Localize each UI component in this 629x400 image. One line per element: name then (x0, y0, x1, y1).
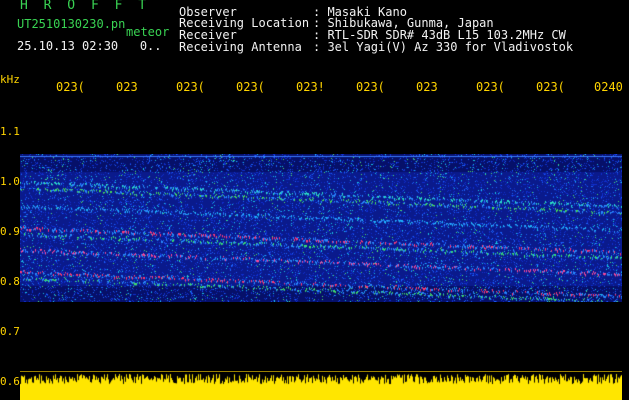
meteor-label: meteor (126, 25, 170, 39)
file-name: UT2510130230.pn (17, 17, 126, 31)
signal-level-meter (20, 370, 622, 400)
y-tick-label: 0.8 (0, 275, 20, 288)
x-tick-label: 023( (56, 80, 85, 94)
x-tick-label: 023( (536, 80, 565, 94)
y-tick-label: 0.7 (0, 325, 20, 338)
x-tick-label: 023( (476, 80, 505, 94)
y-tick-label: 0.6 (0, 375, 20, 388)
info-value-antenna: : 3el Yagi(V) Az 330 for Vladivostok (313, 40, 574, 54)
x-tick-label: 023( (236, 80, 265, 94)
x-tick-label: 023( (356, 80, 385, 94)
info-label-antenna: Receiving Antenna (179, 40, 302, 54)
x-tick-label: 023! (296, 80, 325, 94)
y-tick-label: 1.0 (0, 175, 20, 188)
x-tick-label: 023 (116, 80, 138, 94)
x-tick-label: 023( (176, 80, 205, 94)
x-tick-label: 023 (416, 80, 438, 94)
spectrogram-display (20, 154, 622, 302)
x-tick-label: 0240 (594, 80, 623, 94)
y-tick-label: 0.9 (0, 225, 20, 238)
date-time: 25.10.13 02:30 0.. (17, 39, 162, 53)
y-tick-label: 1.1 (0, 125, 20, 138)
hrofft-logo: H R O F F T (20, 0, 151, 13)
y-axis-unit: kHz (0, 73, 20, 86)
